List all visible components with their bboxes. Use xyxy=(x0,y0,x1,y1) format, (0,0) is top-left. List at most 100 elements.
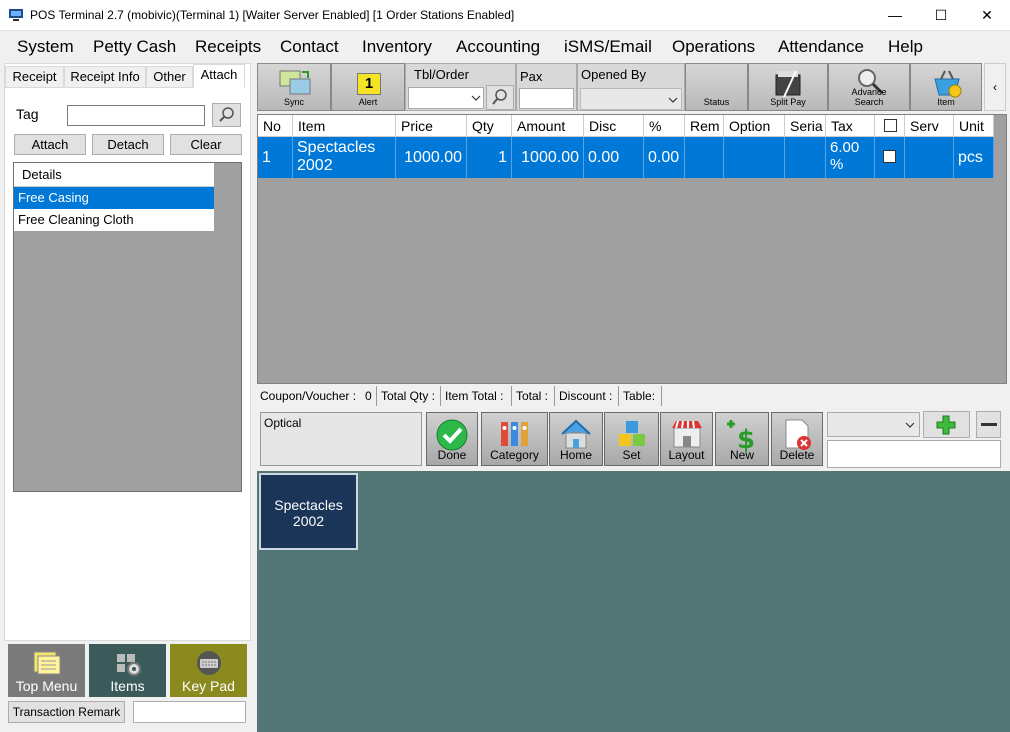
tab-receipt-info[interactable]: Receipt Info xyxy=(64,66,146,88)
col-percent[interactable]: % xyxy=(644,115,685,137)
tag-input[interactable] xyxy=(67,105,205,126)
toolbar-scroll-left[interactable]: ‹ xyxy=(984,63,1006,111)
cell-disc[interactable]: 0.00 xyxy=(584,137,644,178)
menu-accounting[interactable]: Accounting xyxy=(456,37,540,57)
cell-rem[interactable] xyxy=(685,137,724,178)
col-disc[interactable]: Disc xyxy=(584,115,644,137)
tbl-search-button[interactable] xyxy=(486,85,514,110)
home-button[interactable]: Home xyxy=(549,412,603,466)
chevron-down-icon xyxy=(905,422,915,428)
tbl-order-label: Tbl/Order xyxy=(414,67,469,82)
add-button[interactable] xyxy=(923,411,970,438)
minus-button[interactable] xyxy=(976,411,1001,438)
maximize-button[interactable]: ☐ xyxy=(918,0,964,31)
menu-isms-email[interactable]: iSMS/Email xyxy=(564,37,652,57)
detach-button[interactable]: Detach xyxy=(92,134,164,155)
minimize-button[interactable]: — xyxy=(872,0,918,31)
tab-other[interactable]: Other xyxy=(146,66,193,88)
cell-item[interactable]: Spectacles 2002 xyxy=(293,137,396,178)
sync-button[interactable]: Sync xyxy=(257,63,331,111)
col-price[interactable]: Price xyxy=(396,115,467,137)
coupon-label: Coupon/Voucher : xyxy=(260,389,357,403)
alert-label: Alert xyxy=(358,97,378,107)
tbl-order-panel: Tbl/Order xyxy=(405,63,516,111)
cell-option[interactable] xyxy=(724,137,785,178)
key-pad-button[interactable]: Key Pad xyxy=(170,644,247,697)
row-checkbox[interactable] xyxy=(883,150,896,163)
cell-amount[interactable]: 1000.00 xyxy=(512,137,584,178)
items-button[interactable]: Items xyxy=(89,644,166,697)
tag-label: Tag xyxy=(16,106,39,122)
delete-button[interactable]: Delete xyxy=(771,412,823,466)
category-button[interactable]: Category xyxy=(481,412,548,466)
cell-serial[interactable] xyxy=(785,137,826,178)
cell-unit[interactable]: pcs xyxy=(954,137,994,178)
cell-select[interactable] xyxy=(875,137,905,178)
pax-input[interactable] xyxy=(519,88,574,109)
col-tax[interactable]: Tax xyxy=(826,115,875,137)
cell-qty[interactable]: 1 xyxy=(467,137,512,178)
opened-by-select[interactable] xyxy=(580,88,682,110)
menu-inventory[interactable]: Inventory xyxy=(362,37,432,57)
select-all-checkbox[interactable] xyxy=(884,119,897,132)
menu-help[interactable]: Help xyxy=(888,37,923,57)
col-amount[interactable]: Amount xyxy=(512,115,584,137)
home-label: Home xyxy=(559,448,592,462)
done-button[interactable]: Done xyxy=(426,412,478,466)
window-title: POS Terminal 2.7 (mobivic)(Terminal 1) [… xyxy=(30,8,515,22)
alert-button[interactable]: 1 Alert xyxy=(331,63,405,111)
layout-button[interactable]: Layout xyxy=(660,412,713,466)
cell-percent[interactable]: 0.00 xyxy=(644,137,685,178)
option-select[interactable] xyxy=(827,412,920,437)
cell-no[interactable]: 1 xyxy=(258,137,293,178)
store-icon xyxy=(671,420,702,448)
delete-icon xyxy=(785,419,811,450)
col-select-all[interactable] xyxy=(875,115,905,137)
set-button[interactable]: Set xyxy=(604,412,659,466)
col-option[interactable]: Option xyxy=(724,115,785,137)
product-tile[interactable]: Spectacles 2002 xyxy=(259,473,358,550)
new-button[interactable]: $ New xyxy=(715,412,769,466)
menu-receipts[interactable]: Receipts xyxy=(195,37,261,57)
clear-button[interactable]: Clear xyxy=(170,134,242,155)
cell-serv[interactable] xyxy=(905,137,954,178)
menu-attendance[interactable]: Attendance xyxy=(778,37,864,57)
alert-badge: 1 xyxy=(357,73,381,95)
item-button[interactable]: Item xyxy=(910,63,982,111)
advance-search-label-2: Search xyxy=(854,97,884,107)
menu-petty-cash[interactable]: Petty Cash xyxy=(93,37,176,57)
col-serv[interactable]: Serv xyxy=(905,115,954,137)
minus-icon xyxy=(981,423,997,426)
cell-price[interactable]: 1000.00 xyxy=(396,137,467,178)
col-item[interactable]: Item xyxy=(293,115,396,137)
split-pay-label: Split Pay xyxy=(770,97,806,107)
transaction-remark-field[interactable] xyxy=(133,701,246,723)
attach-button[interactable]: Attach xyxy=(14,134,86,155)
advance-search-button[interactable]: Advance Search xyxy=(828,63,910,111)
delete-label: Delete xyxy=(779,448,815,462)
menu-operations[interactable]: Operations xyxy=(672,37,755,57)
col-qty[interactable]: Qty xyxy=(467,115,512,137)
cell-tax[interactable]: 6.00 % xyxy=(826,137,875,178)
done-label: Done xyxy=(437,448,467,462)
col-rem[interactable]: Rem xyxy=(685,115,724,137)
col-serial[interactable]: Seria xyxy=(785,115,826,137)
list-item[interactable]: Free Cleaning Cloth xyxy=(14,209,214,231)
col-unit[interactable]: Unit xyxy=(954,115,994,137)
list-item[interactable]: Free Casing xyxy=(14,187,214,209)
close-button[interactable]: ✕ xyxy=(964,0,1010,31)
tab-receipt[interactable]: Receipt xyxy=(5,66,64,88)
chevron-down-icon xyxy=(471,95,481,101)
notes-icon xyxy=(33,651,61,675)
menu-contact[interactable]: Contact xyxy=(280,37,339,57)
tag-search-button[interactable] xyxy=(212,103,241,127)
col-no[interactable]: No xyxy=(258,115,293,137)
status-button[interactable]: Status xyxy=(685,63,748,111)
tbl-order-select[interactable] xyxy=(408,87,484,109)
menu-system[interactable]: System xyxy=(17,37,74,57)
tab-attach[interactable]: Attach xyxy=(193,64,245,88)
top-menu-button[interactable]: Top Menu xyxy=(8,644,85,697)
split-pay-button[interactable]: Split Pay xyxy=(748,63,828,111)
transaction-remark-button[interactable]: Transaction Remark xyxy=(8,701,125,723)
quantity-input[interactable] xyxy=(827,440,1001,468)
